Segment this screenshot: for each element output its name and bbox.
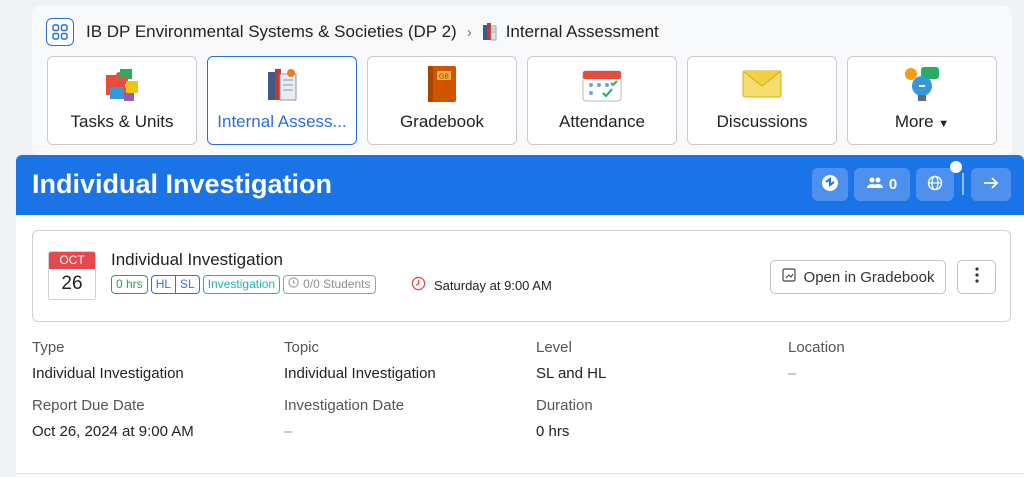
nav-tiles: Tasks & Units Internal Assess... GB Grad… [47, 56, 997, 145]
detail-value: Oct 26, 2024 at 9:00 AM [32, 423, 194, 440]
page-header: Individual Investigation 0 [16, 155, 1024, 215]
detail-label: Location [788, 339, 845, 356]
detail-investigation-date: Investigation Date – [284, 397, 524, 440]
detail-value: SL and HL [536, 365, 607, 382]
detail-value: – [284, 423, 293, 440]
type-badge: Investigation [202, 275, 281, 294]
tile-label: Gradebook [399, 112, 485, 131]
calendar-icon [580, 64, 624, 104]
date-month: OCT [49, 252, 95, 269]
caret-down-icon: ▼ [938, 118, 950, 130]
detail-label: Topic [284, 339, 320, 356]
breadcrumb-separator: › [466, 23, 472, 41]
tile-more[interactable]: More ▼ [847, 56, 997, 145]
detail-value: Individual Investigation [284, 365, 436, 382]
clock-icon [288, 276, 299, 293]
tile-discussions[interactable]: Discussions [687, 56, 837, 145]
students-badge: 0/0 Students [283, 275, 376, 294]
tile-label: Discussions [716, 112, 808, 131]
members-button[interactable]: 0 [854, 168, 910, 201]
event-card: OCT 26 Individual Investigation 0 hrs HL… [32, 230, 1011, 322]
breadcrumb-current: Internal Assessment [505, 22, 659, 41]
tile-attendance[interactable]: Attendance [527, 56, 677, 145]
alarm-clock-icon [411, 276, 426, 294]
kebab-menu-icon [974, 266, 979, 288]
breadcrumb: IB DP Environmental Systems & Societies … [46, 18, 659, 46]
detail-label: Type [32, 339, 65, 356]
detail-label: Investigation Date [284, 397, 405, 414]
level-sl: SL [175, 276, 199, 293]
detail-label: Duration [536, 397, 593, 414]
detail-value: 0 hrs [536, 423, 570, 440]
chat-icon [820, 173, 840, 197]
books-icon [260, 64, 304, 104]
open-in-gradebook-label: Open in Gradebook [803, 268, 935, 286]
level-badge: HL SL [150, 275, 200, 294]
divider [16, 473, 1024, 474]
detail-topic: Topic Individual Investigation [284, 339, 524, 382]
detail-type: Type Individual Investigation [32, 339, 272, 382]
lightbulb-icon [900, 64, 944, 104]
svg-text:GB: GB [439, 73, 449, 81]
detail-report-due-date: Report Due Date Oct 26, 2024 at 9:00 AM [32, 397, 272, 440]
content-panel: OCT 26 Individual Investigation 0 hrs HL… [16, 215, 1024, 477]
hours-badge: 0 hrs [111, 275, 148, 294]
tile-gradebook[interactable]: GB Gradebook [367, 56, 517, 145]
detail-label: Level [536, 339, 572, 356]
books-icon [482, 22, 498, 42]
open-in-gradebook-button[interactable]: Open in Gradebook [770, 260, 946, 294]
notification-dot [950, 161, 962, 173]
tile-label: Attendance [558, 112, 645, 131]
date-day: 26 [61, 273, 83, 294]
members-count: 0 [888, 176, 898, 193]
envelope-icon [740, 64, 784, 104]
tile-internal-assessment[interactable]: Internal Assess... [207, 56, 357, 145]
detail-value: – [788, 365, 797, 382]
tile-tasks-units[interactable]: Tasks & Units [47, 56, 197, 145]
students-count: 0/0 Students [303, 277, 371, 291]
globe-icon [927, 175, 943, 195]
detail-location: Location – [788, 339, 1024, 382]
arrow-right-icon [983, 176, 999, 194]
gradebook-icon: GB [420, 64, 464, 104]
puzzle-icon [100, 64, 144, 104]
event-time: Saturday at 9:00 AM [411, 276, 552, 294]
next-button[interactable] [971, 168, 1011, 201]
detail-label: Report Due Date [32, 397, 145, 414]
globe-button[interactable] [916, 168, 954, 201]
event-tags: 0 hrs HL SL Investigation 0/0 Students [111, 275, 376, 294]
users-icon [866, 176, 883, 193]
course-panel: IB DP Environmental Systems & Societies … [32, 6, 1012, 156]
tile-label: Internal Assess... [217, 112, 347, 131]
detail-duration: Duration 0 hrs [536, 397, 776, 440]
tile-label: More ▼ [895, 112, 949, 132]
more-options-button[interactable] [957, 260, 996, 294]
tile-label: Tasks & Units [70, 112, 174, 131]
breadcrumb-course-link[interactable]: IB DP Environmental Systems & Societies … [86, 22, 457, 42]
tile-more-text: More [894, 112, 934, 131]
level-hl: HL [155, 277, 172, 291]
detail-level: Level SL and HL [536, 339, 776, 382]
header-divider [962, 173, 964, 195]
date-badge: OCT 26 [48, 251, 96, 300]
event-time-text: Saturday at 9:00 AM [434, 277, 552, 293]
chat-button[interactable] [812, 168, 848, 201]
detail-value: Individual Investigation [32, 365, 184, 382]
page-title: Individual Investigation [32, 169, 333, 199]
event-title: Individual Investigation [111, 250, 284, 269]
course-home-icon[interactable] [46, 18, 74, 46]
gradebook-chart-icon [781, 268, 796, 286]
